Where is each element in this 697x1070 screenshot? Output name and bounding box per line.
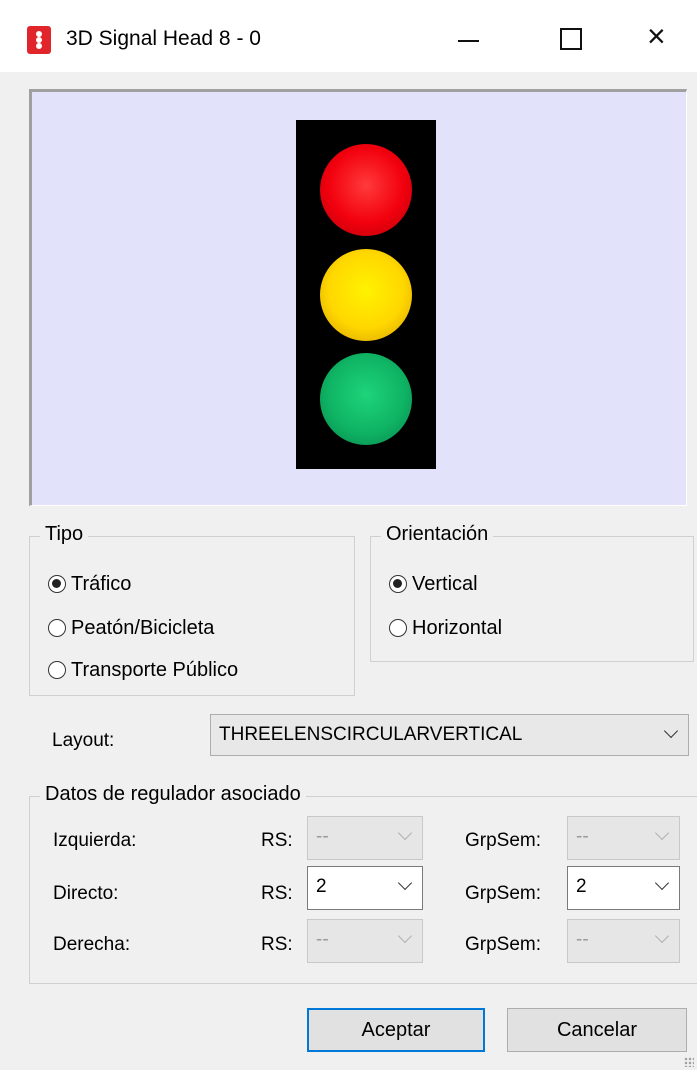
izquierda-label: Izquierda: [53, 830, 137, 851]
resize-grip-icon[interactable] [684, 1057, 694, 1067]
radio-label: Horizontal [412, 616, 503, 639]
radio-label: Vertical [412, 572, 478, 595]
signal-preview-panel [29, 89, 687, 506]
dropdown-value: -- [576, 929, 589, 950]
grpsem-label: GrpSem: [465, 934, 542, 955]
radio-button-icon[interactable] [389, 575, 407, 593]
chevron-down-icon [654, 825, 670, 841]
dropdown-value: 2 [576, 876, 587, 897]
izquierda-rs-dropdown[interactable]: -- [307, 816, 423, 860]
radio-label: Peatón/Bicicleta [71, 616, 215, 639]
radio-button-icon[interactable] [48, 619, 66, 637]
chevron-down-icon [654, 875, 670, 891]
directo-label: Directo: [53, 883, 119, 904]
layout-value: THREELENSCIRCULARVERTICAL [219, 724, 523, 745]
rs-label: RS: [261, 934, 293, 955]
layout-label: Layout: [52, 730, 115, 751]
radio-button-icon[interactable] [48, 661, 66, 679]
layout-dropdown[interactable]: THREELENSCIRCULARVERTICAL [210, 714, 689, 756]
radio-label: Transporte Público [71, 658, 239, 681]
window-title: 3D Signal Head 8 - 0 [66, 27, 261, 50]
rs-label: RS: [261, 830, 293, 851]
red-lens [320, 144, 412, 236]
tipo-group: Tipo Tráfico Peatón/Bicicleta Transporte… [29, 523, 355, 696]
chevron-down-icon [397, 875, 413, 891]
aceptar-button[interactable]: Aceptar [307, 1008, 485, 1052]
regulador-legend: Datos de regulador asociado [40, 783, 306, 806]
directo-rs-dropdown[interactable]: 2 [307, 866, 423, 910]
cancelar-button[interactable]: Cancelar [507, 1008, 687, 1052]
title-bar: 3D Signal Head 8 - 0 × [0, 0, 697, 72]
green-lens [320, 353, 412, 445]
signal-head-housing [296, 120, 436, 469]
radio-label: Tráfico [71, 572, 132, 595]
minimize-icon [458, 40, 479, 42]
radio-peaton-bicicleta[interactable]: Peatón/Bicicleta [48, 614, 214, 642]
maximize-button[interactable] [548, 18, 594, 60]
orientacion-group: Orientación Vertical Horizontal [370, 523, 694, 662]
yellow-lens [320, 249, 412, 341]
dropdown-value: -- [316, 826, 329, 847]
radio-trafico[interactable]: Tráfico [48, 570, 131, 598]
minimize-button[interactable] [446, 18, 492, 60]
rs-label: RS: [261, 883, 293, 904]
grpsem-label: GrpSem: [465, 830, 542, 851]
maximize-icon [560, 28, 582, 50]
radio-button-icon[interactable] [389, 619, 407, 637]
orientacion-legend: Orientación [381, 523, 494, 546]
directo-grpsem-dropdown[interactable]: 2 [567, 866, 680, 910]
dropdown-value: 2 [316, 876, 327, 897]
close-icon: × [647, 18, 666, 54]
radio-button-icon[interactable] [48, 575, 66, 593]
izquierda-grpsem-dropdown[interactable]: -- [567, 816, 680, 860]
radio-vertical[interactable]: Vertical [389, 570, 478, 598]
derecha-label: Derecha: [53, 934, 131, 955]
grpsem-label: GrpSem: [465, 883, 542, 904]
close-button[interactable]: × [640, 18, 686, 60]
traffic-light-app-icon [27, 26, 51, 54]
dropdown-value: -- [316, 929, 329, 950]
radio-horizontal[interactable]: Horizontal [389, 614, 502, 642]
chevron-down-icon [397, 928, 413, 944]
derecha-rs-dropdown[interactable]: -- [307, 919, 423, 963]
dropdown-value: -- [576, 826, 589, 847]
tipo-legend: Tipo [40, 523, 89, 546]
chevron-down-icon [654, 928, 670, 944]
chevron-down-icon [663, 723, 679, 739]
chevron-down-icon [397, 825, 413, 841]
derecha-grpsem-dropdown[interactable]: -- [567, 919, 680, 963]
radio-transporte-publico[interactable]: Transporte Público [48, 656, 238, 684]
